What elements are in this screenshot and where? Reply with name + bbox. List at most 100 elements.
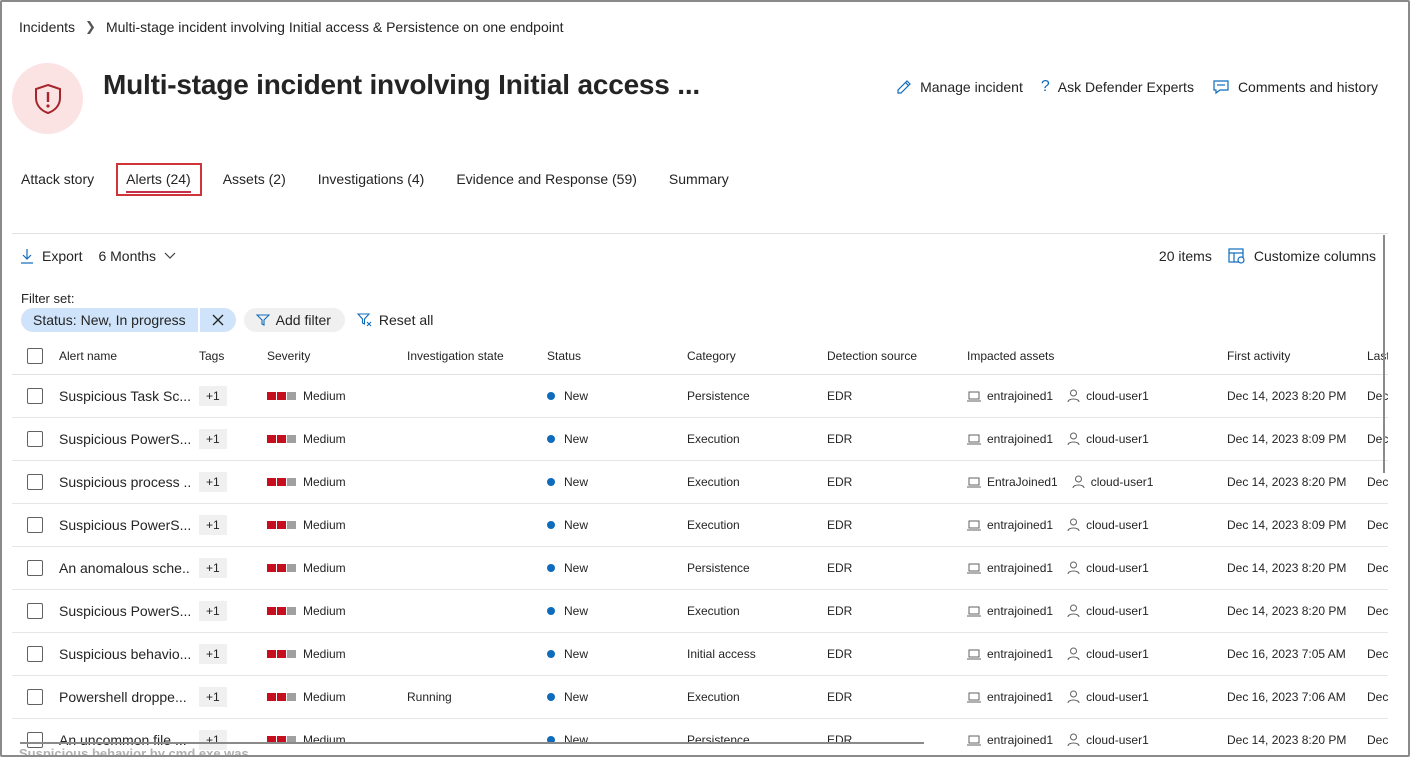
device-asset-link[interactable]: entrajoined1 bbox=[967, 561, 1053, 575]
header-severity[interactable]: Severity bbox=[267, 337, 397, 374]
user-asset-link[interactable]: cloud-user1 bbox=[1067, 604, 1149, 618]
device-asset-link[interactable]: entrajoined1 bbox=[967, 604, 1053, 618]
row-checkbox[interactable] bbox=[27, 689, 43, 705]
severity-bars-icon bbox=[267, 607, 296, 615]
header-impacted-assets[interactable]: Impacted assets bbox=[967, 337, 1217, 374]
alert-name-link[interactable]: Suspicious PowerS... bbox=[59, 590, 191, 632]
row-checkbox[interactable] bbox=[27, 431, 43, 447]
device-asset-link[interactable]: entrajoined1 bbox=[967, 389, 1053, 403]
header-category[interactable]: Category bbox=[687, 337, 817, 374]
tab-investigations[interactable]: Investigations (4) bbox=[318, 171, 425, 193]
select-all-checkbox[interactable] bbox=[27, 347, 43, 364]
page-title: Multi-stage incident involving Initial a… bbox=[103, 69, 700, 100]
category-cell: Persistence bbox=[687, 561, 750, 575]
tags-count-badge[interactable]: +1 bbox=[199, 644, 227, 664]
tab-attack-story[interactable]: Attack story bbox=[21, 171, 94, 193]
user-asset-link[interactable]: cloud-user1 bbox=[1072, 475, 1153, 489]
alert-name-link[interactable]: Suspicious PowerS... bbox=[59, 504, 191, 546]
table-row[interactable]: Suspicious PowerS... +1 Medium New Execution… bbox=[12, 590, 1388, 633]
manage-incident-button[interactable]: Manage incident bbox=[896, 78, 1023, 96]
row-checkbox[interactable] bbox=[27, 560, 43, 576]
horizontal-scrollbar[interactable] bbox=[20, 742, 924, 744]
row-checkbox[interactable] bbox=[27, 646, 43, 662]
tab-evidence-response[interactable]: Evidence and Response (59) bbox=[456, 171, 637, 193]
header-alert-name[interactable]: Alert name bbox=[59, 337, 191, 374]
status-filter-chip[interactable]: Status: New, In progress bbox=[21, 308, 198, 332]
table-row[interactable]: Suspicious behavio... +1 Medium New Initial … bbox=[12, 633, 1388, 676]
status-label: New bbox=[564, 733, 589, 747]
tags-count-badge[interactable]: +1 bbox=[199, 386, 227, 406]
time-range-dropdown[interactable]: 6 Months bbox=[98, 248, 176, 264]
export-label: Export bbox=[42, 248, 83, 264]
row-select-cell bbox=[27, 676, 47, 718]
tab-summary[interactable]: Summary bbox=[669, 171, 729, 193]
header-detection-source[interactable]: Detection source bbox=[827, 337, 957, 374]
alert-name-link[interactable]: Powershell droppe... bbox=[59, 676, 191, 718]
table-row[interactable]: Suspicious PowerS... +1 Medium New Execution… bbox=[12, 418, 1388, 461]
breadcrumb-incidents-link[interactable]: Incidents bbox=[19, 19, 75, 35]
ask-defender-experts-button[interactable]: ? Ask Defender Experts bbox=[1041, 78, 1194, 96]
tags-count-badge[interactable]: +1 bbox=[199, 558, 227, 578]
alert-name-link[interactable]: Suspicious PowerS... bbox=[59, 418, 191, 460]
user-asset-link[interactable]: cloud-user1 bbox=[1067, 733, 1149, 747]
header-first-activity[interactable]: First activity bbox=[1227, 337, 1367, 374]
device-asset-link[interactable]: entrajoined1 bbox=[967, 690, 1053, 704]
last-activity-cell: Dec bbox=[1367, 518, 1388, 532]
comments-history-button[interactable]: Comments and history bbox=[1212, 78, 1378, 96]
user-asset-link[interactable]: cloud-user1 bbox=[1067, 647, 1149, 661]
alert-name-link[interactable]: Suspicious process ... bbox=[59, 461, 191, 503]
customize-columns-button[interactable]: Customize columns bbox=[1228, 248, 1376, 264]
breadcrumb: Incidents ❯ Multi-stage incident involvi… bbox=[19, 19, 564, 35]
severity-label: Medium bbox=[303, 475, 346, 489]
export-button[interactable]: Export bbox=[20, 248, 82, 264]
tags-count-badge[interactable]: +1 bbox=[199, 687, 227, 707]
device-asset-link[interactable]: entrajoined1 bbox=[967, 432, 1053, 446]
device-asset-link[interactable]: entrajoined1 bbox=[967, 733, 1053, 747]
row-select-cell bbox=[27, 547, 47, 589]
user-asset-link[interactable]: cloud-user1 bbox=[1067, 518, 1149, 532]
status-dot-icon bbox=[547, 521, 555, 529]
row-select-cell bbox=[27, 418, 47, 460]
alert-name-link[interactable]: An anomalous sche... bbox=[59, 547, 191, 589]
user-asset-link[interactable]: cloud-user1 bbox=[1067, 389, 1149, 403]
tags-count-badge[interactable]: +1 bbox=[199, 472, 227, 492]
first-activity-cell: Dec 16, 2023 7:06 AM bbox=[1227, 690, 1346, 704]
tags-count-badge[interactable]: +1 bbox=[199, 429, 227, 449]
status-dot-icon bbox=[547, 693, 555, 701]
device-asset-link[interactable]: EntraJoined1 bbox=[967, 475, 1058, 489]
device-asset-link[interactable]: entrajoined1 bbox=[967, 647, 1053, 661]
row-select-cell bbox=[27, 504, 47, 546]
alert-name-link[interactable]: Suspicious Task Sc... bbox=[59, 375, 191, 417]
add-filter-button[interactable]: Add filter bbox=[243, 308, 345, 332]
first-activity-cell: Dec 14, 2023 8:20 PM bbox=[1227, 733, 1347, 747]
table-row[interactable]: Suspicious PowerS... +1 Medium New Execution… bbox=[12, 504, 1388, 547]
alert-name-link[interactable]: Suspicious behavio... bbox=[59, 633, 191, 675]
table-row[interactable]: An anomalous sche... +1 Medium New Persisten… bbox=[12, 547, 1388, 590]
tags-count-badge[interactable]: +1 bbox=[199, 601, 227, 621]
device-asset-link[interactable]: entrajoined1 bbox=[967, 518, 1053, 532]
user-asset-link[interactable]: cloud-user1 bbox=[1067, 432, 1149, 446]
tags-cell: +1 bbox=[199, 418, 259, 460]
row-checkbox[interactable] bbox=[27, 474, 43, 490]
user-asset-link[interactable]: cloud-user1 bbox=[1067, 690, 1149, 704]
section-divider bbox=[12, 233, 1388, 234]
header-status[interactable]: Status bbox=[547, 337, 677, 374]
row-checkbox[interactable] bbox=[27, 517, 43, 533]
row-checkbox[interactable] bbox=[27, 388, 43, 404]
remove-filter-button[interactable] bbox=[199, 308, 236, 332]
tags-count-badge[interactable]: +1 bbox=[199, 515, 227, 535]
vertical-scrollbar[interactable] bbox=[1383, 235, 1385, 473]
tags-cell: +1 bbox=[199, 590, 259, 632]
table-row[interactable]: Powershell droppe... +1 Medium Running New Ex… bbox=[12, 676, 1388, 719]
reset-all-button[interactable]: Reset all bbox=[356, 312, 433, 328]
row-checkbox[interactable] bbox=[27, 603, 43, 619]
user-asset-link[interactable]: cloud-user1 bbox=[1067, 561, 1149, 575]
pencil-icon bbox=[897, 80, 911, 94]
table-row[interactable]: Suspicious process ... +1 Medium New Executi… bbox=[12, 461, 1388, 504]
table-row[interactable]: Suspicious Task Sc... +1 Medium New Persiste… bbox=[12, 375, 1388, 418]
header-investigation-state[interactable]: Investigation state bbox=[407, 337, 537, 374]
header-tags[interactable]: Tags bbox=[199, 337, 259, 374]
tab-assets[interactable]: Assets (2) bbox=[223, 171, 286, 193]
manage-incident-label: Manage incident bbox=[920, 79, 1023, 95]
chevron-right-icon: ❯ bbox=[85, 19, 96, 34]
